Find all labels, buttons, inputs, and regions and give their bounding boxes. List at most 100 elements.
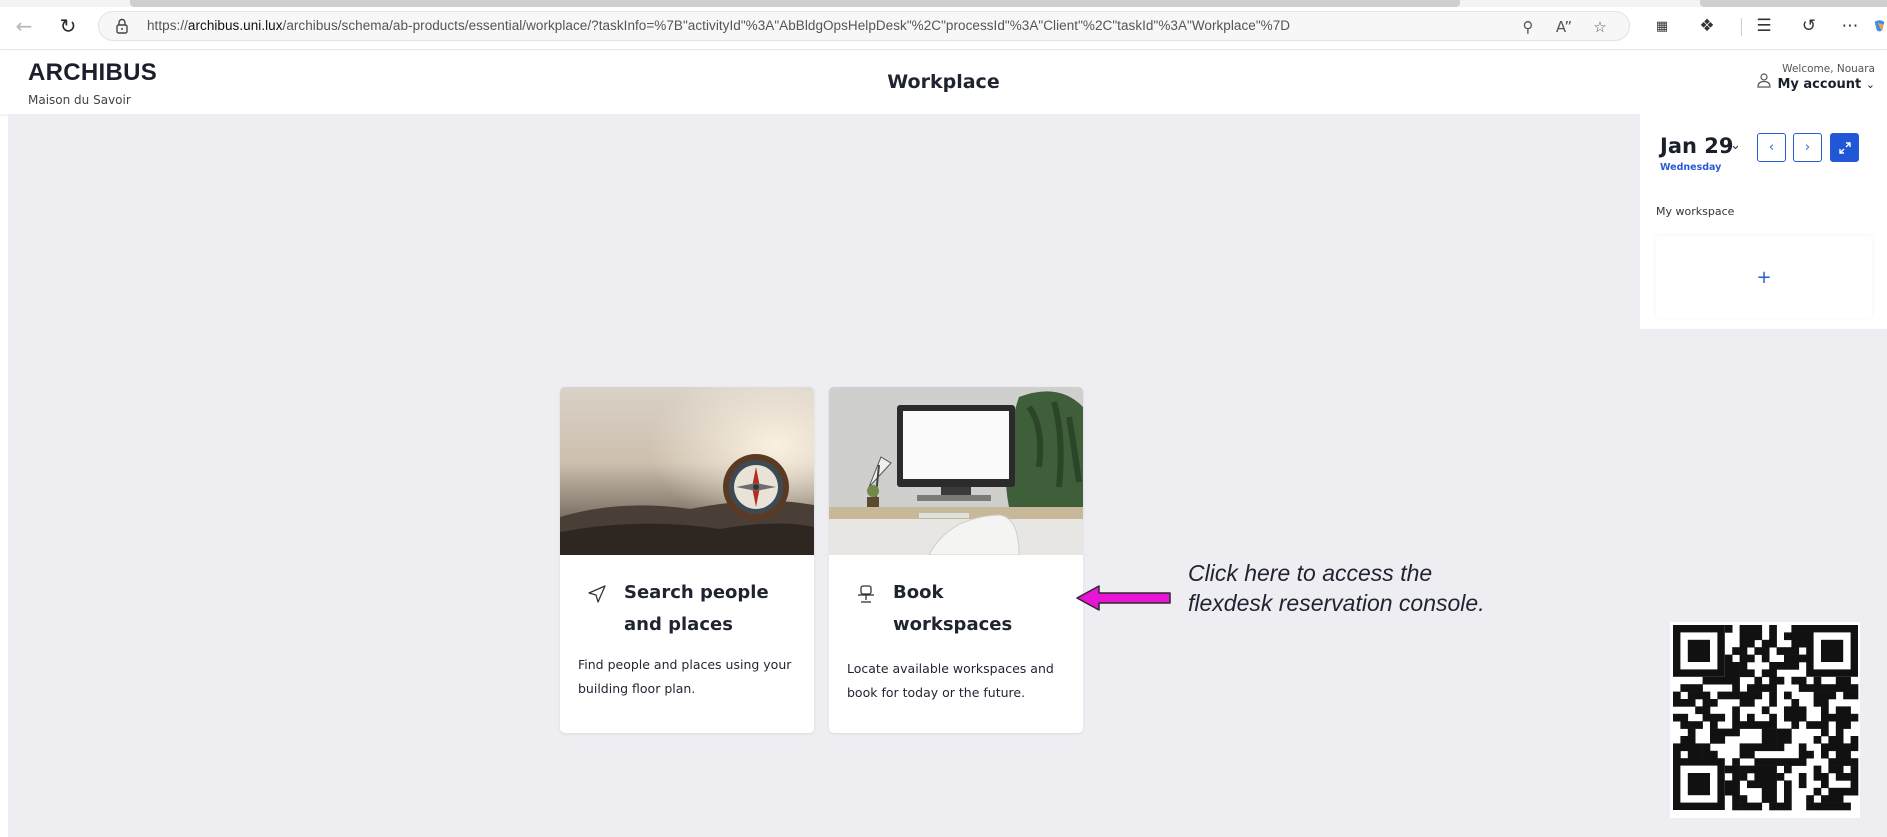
annotation-line-2: flexdesk reservation console. (1188, 590, 1485, 616)
qr-module (1761, 669, 1770, 678)
qr-module (1754, 721, 1763, 729)
qr-module (1680, 699, 1689, 707)
qr-module (1798, 743, 1807, 752)
search-people-places-card[interactable]: Search people and places Find people and… (560, 387, 814, 733)
back-arrow-icon[interactable]: ← (12, 14, 36, 38)
address-bar[interactable]: https://archibus.uni.lux/archibus/schema… (98, 11, 1630, 41)
qr-module (1747, 802, 1755, 811)
plus-icon: + (1756, 266, 1772, 288)
history-icon[interactable]: ↺ (1797, 14, 1821, 38)
qr-module (1835, 787, 1844, 796)
qr-module (1821, 713, 1829, 722)
qr-module (1769, 691, 1777, 700)
qr-module (1784, 780, 1792, 789)
qr-module (1739, 632, 1748, 641)
qr-module (1843, 721, 1851, 729)
qr-module (1843, 802, 1851, 811)
zoom-icon[interactable]: ⚲ (1517, 16, 1539, 38)
qr-module (1761, 787, 1770, 796)
qr-module (1680, 684, 1689, 692)
inactive-tab[interactable] (1700, 0, 1887, 7)
qr-module (1732, 721, 1740, 729)
qr-module (1850, 787, 1859, 796)
qr-module (1798, 654, 1807, 663)
qr-module (1850, 773, 1859, 781)
qr-module (1739, 802, 1748, 811)
qr-module (1776, 662, 1785, 670)
qr-module (1761, 639, 1770, 648)
qr-module (1843, 676, 1851, 685)
chevron-left-icon: ‹ (1768, 140, 1775, 155)
book-workspaces-card[interactable]: Book workspaces Locate available workspa… (829, 387, 1083, 733)
qr-module (1821, 684, 1829, 692)
qr-finder-pattern (1821, 639, 1844, 662)
qr-module (1680, 713, 1689, 722)
qr-module (1687, 728, 1696, 737)
qr-module (1776, 676, 1785, 685)
qr-module (1828, 713, 1837, 722)
qr-module (1732, 795, 1740, 803)
qr-module (1673, 743, 1681, 752)
navigation-arrow-icon (588, 585, 606, 603)
qr-module (1769, 802, 1777, 811)
qr-module (1702, 706, 1711, 715)
qr-module (1687, 743, 1696, 752)
qr-module (1724, 669, 1733, 678)
qr-module (1687, 699, 1696, 707)
qr-module (1739, 765, 1748, 774)
chevron-down-icon[interactable]: ⌄ (1730, 138, 1741, 153)
qr-module (1739, 721, 1748, 729)
qr-module (1821, 706, 1829, 715)
qr-module (1843, 773, 1851, 781)
qr-module (1769, 676, 1777, 685)
qr-module (1724, 787, 1733, 796)
desk-chair-icon (858, 585, 874, 603)
qr-module (1673, 713, 1681, 722)
brand-subtitle: Maison du Savoir (28, 93, 131, 107)
my-account-label[interactable]: My account ⌄ (1777, 77, 1875, 92)
favorites-list-icon[interactable]: ☰ (1752, 14, 1776, 38)
date-selector[interactable]: Jan 29 (1660, 134, 1733, 158)
qr-module (1724, 676, 1733, 685)
my-account-text: My account (1777, 77, 1862, 92)
qr-finder-pattern (1687, 639, 1710, 662)
next-day-button[interactable]: › (1793, 133, 1822, 162)
qr-module (1747, 625, 1755, 633)
favorite-star-icon[interactable]: ☆ (1589, 16, 1611, 38)
qr-module (1754, 647, 1763, 655)
qr-module (1821, 780, 1829, 789)
qr-module (1791, 706, 1800, 715)
qr-module (1710, 713, 1718, 722)
extensions-icon[interactable]: ❖ (1695, 14, 1719, 38)
account-menu[interactable]: Welcome, Nouara My account ⌄ (1777, 63, 1875, 92)
qr-module (1806, 750, 1814, 759)
more-menu-icon[interactable]: ⋯ (1838, 14, 1862, 38)
read-aloud-icon[interactable]: A” (1553, 16, 1575, 38)
qr-scan-icon[interactable]: ▦ (1650, 14, 1674, 38)
copilot-icon[interactable] (1872, 14, 1887, 38)
previous-day-button[interactable]: ‹ (1757, 133, 1786, 162)
weekday-label: Wednesday (1660, 162, 1722, 173)
expand-button[interactable] (1830, 133, 1859, 162)
add-workspace-button[interactable]: + (1656, 236, 1872, 318)
qr-module (1784, 765, 1792, 774)
annotation-line-1: Click here to access the (1188, 560, 1433, 586)
qr-module (1732, 773, 1740, 781)
reload-icon[interactable]: ↻ (56, 14, 80, 38)
qr-module (1843, 787, 1851, 796)
qr-module (1835, 676, 1844, 685)
qr-module (1835, 802, 1844, 811)
card-title[interactable]: Book workspaces (893, 577, 1065, 641)
qr-module (1739, 669, 1748, 678)
card-title[interactable]: Search people and places (624, 577, 796, 641)
expand-icon (1838, 141, 1851, 154)
qr-module (1835, 713, 1844, 722)
active-tab[interactable] (130, 0, 1460, 7)
qr-module (1769, 713, 1777, 722)
qr-module (1761, 765, 1770, 774)
qr-module (1776, 728, 1785, 737)
qr-module (1732, 647, 1740, 655)
qr-module (1732, 765, 1740, 774)
qr-module (1821, 699, 1829, 707)
qr-module (1754, 743, 1763, 752)
